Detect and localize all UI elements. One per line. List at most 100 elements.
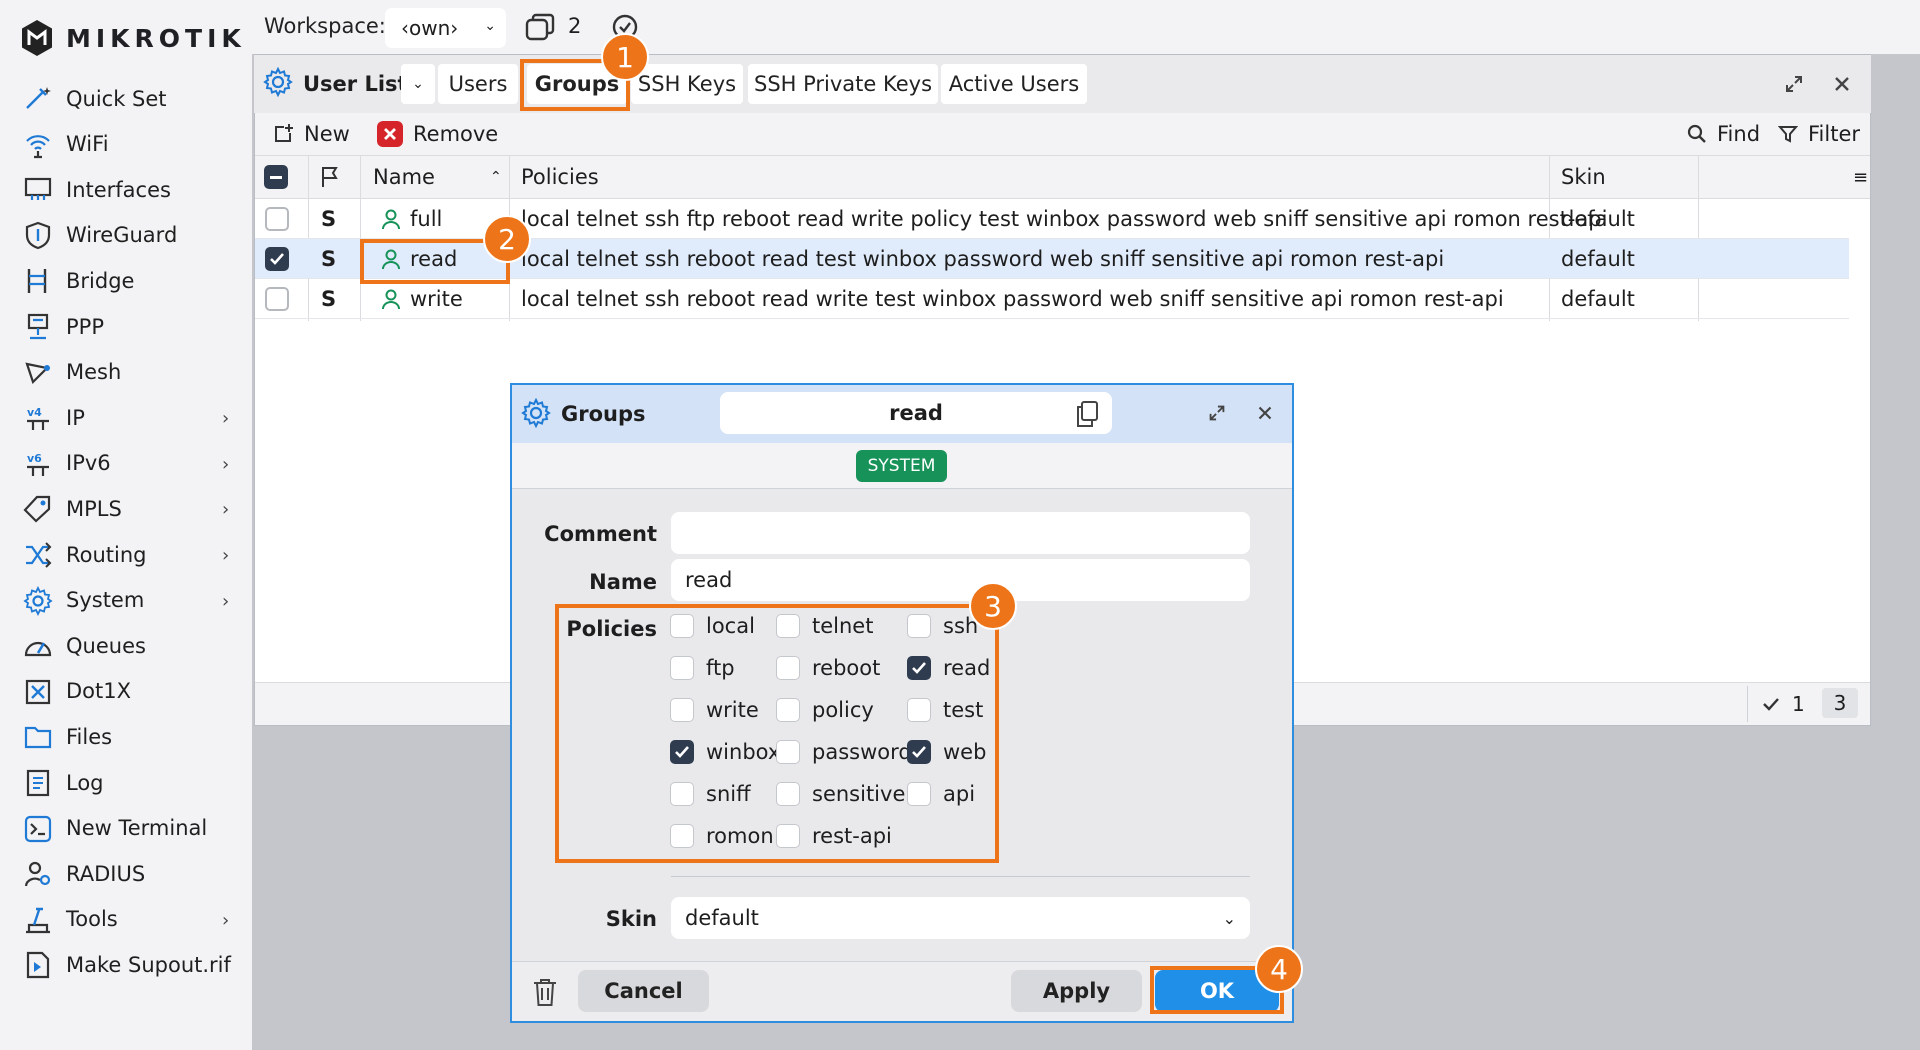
sidebar-item-quick-set[interactable]: Quick Set (0, 76, 252, 121)
checkbox-checked[interactable] (265, 247, 289, 271)
sidebar-item-routing[interactable]: Routing › (0, 532, 252, 577)
chevron-right-icon: › (222, 453, 230, 475)
trash-icon[interactable] (531, 977, 559, 1007)
sidebar-item-label: Interfaces (66, 177, 171, 202)
sidebar-item-radius[interactable]: RADIUS (0, 851, 252, 896)
column-header-name-label: Name (373, 165, 435, 189)
sidebar-item-mpls[interactable]: MPLS › (0, 486, 252, 531)
maximize-icon[interactable] (1782, 72, 1806, 96)
apply-button[interactable]: Apply (1011, 970, 1142, 1012)
sidebar-item-label: System (66, 588, 145, 613)
sidebar-item-label: WiFi (66, 132, 109, 157)
sidebar-item-ip[interactable]: v4 IP › (0, 395, 252, 440)
flag-column-header[interactable] (320, 155, 340, 199)
policies-cell: local telnet ssh ftp reboot read write p… (521, 207, 1608, 231)
gear-icon (521, 397, 551, 429)
sidebar-item-tools[interactable]: Tools › (0, 897, 252, 942)
sidebar-item-ipv6[interactable]: v6 IPv6 › (0, 441, 252, 486)
sidebar-item-mesh[interactable]: Mesh (0, 350, 252, 395)
maximize-icon[interactable] (1206, 402, 1228, 424)
select-all-checkbox[interactable] (264, 155, 288, 199)
log-icon (22, 769, 54, 797)
sidebar-item-new-terminal[interactable]: New Terminal (0, 806, 252, 851)
tab-ssh-private-keys[interactable]: SSH Private Keys (748, 64, 938, 104)
row-checkbox[interactable] (265, 279, 289, 319)
skin-select[interactable]: default ⌄ (671, 897, 1250, 939)
cancel-button[interactable]: Cancel (578, 970, 709, 1012)
name-input[interactable]: read (671, 559, 1250, 601)
mesh-icon (22, 359, 54, 387)
row-flag: S (321, 247, 337, 271)
sidebar-item-label: MPLS (66, 496, 122, 521)
indeterminate-checkbox[interactable] (264, 165, 288, 189)
checkbox[interactable] (265, 287, 289, 311)
row-flag: S (321, 207, 337, 231)
column-header-policies[interactable]: Policies (521, 155, 599, 199)
gear-icon (263, 66, 293, 98)
sidebar-item-label: IPv6 (66, 451, 111, 476)
new-button[interactable]: New (272, 116, 350, 152)
sidebar-item-ppp[interactable]: PPP (0, 304, 252, 349)
sidebar-item-bridge[interactable]: Bridge (0, 258, 252, 303)
filter-funnel-icon (1778, 126, 1798, 143)
skin-cell: default (1561, 207, 1635, 231)
group-name-cell[interactable]: full (380, 199, 442, 239)
sidebar-item-queues[interactable]: Queues (0, 623, 252, 668)
copy-icon[interactable] (1074, 400, 1100, 428)
find-button[interactable]: Find (1687, 116, 1760, 152)
user-icon (382, 209, 400, 230)
sidebar-item-label: PPP (66, 314, 104, 339)
column-header-skin[interactable]: Skin (1561, 155, 1606, 199)
sidebar-item-log[interactable]: Log (0, 760, 252, 805)
comment-input[interactable] (671, 512, 1250, 554)
checkbox[interactable] (265, 207, 289, 231)
remove-button-label: Remove (413, 122, 499, 146)
tab-users[interactable]: Users (438, 64, 518, 104)
folder-icon (22, 723, 54, 751)
chevron-right-icon: › (222, 590, 230, 612)
sidebar-item-label: Tools (66, 907, 118, 932)
radius-icon (22, 860, 54, 888)
filter-button[interactable]: Filter (1778, 116, 1860, 152)
sort-asc-icon: ⌃ (490, 169, 502, 185)
skin-label: Skin (605, 907, 657, 931)
tab-active-users[interactable]: Active Users (941, 64, 1087, 104)
selected-count-value: 1 (1792, 692, 1805, 716)
chevron-down-icon: ⌄ (1222, 909, 1236, 928)
annotation-step-4: 4 (1255, 945, 1303, 993)
column-menu-icon[interactable]: ≡ (1853, 155, 1868, 199)
sidebar-item-system[interactable]: System › (0, 578, 252, 623)
window-menu-dropdown[interactable]: ⌄ (401, 64, 435, 104)
column-header-skin-label: Skin (1561, 165, 1606, 189)
policies-cell: local telnet ssh reboot read write test … (521, 287, 1504, 311)
ppp-icon (22, 313, 54, 341)
table-row[interactable]: S write local telnet ssh reboot read wri… (255, 279, 1849, 319)
sidebar-item-make-supout-rif[interactable]: Make Supout.rif (0, 942, 252, 987)
sidebar-item-label: Make Supout.rif (66, 952, 231, 977)
close-icon[interactable] (1254, 402, 1276, 424)
sidebar-item-wifi[interactable]: WiFi (0, 122, 252, 167)
row-checkbox[interactable] (265, 239, 289, 279)
interfaces-icon (22, 176, 54, 204)
sidebar-item-label: New Terminal (66, 816, 208, 841)
sidebar-item-files[interactable]: Files (0, 714, 252, 759)
workspace-select[interactable]: ‹own› ⌄ (385, 8, 506, 48)
sidebar-item-interfaces[interactable]: Interfaces (0, 167, 252, 212)
ip-icon: v4 (22, 404, 54, 432)
windows-icon[interactable] (524, 12, 556, 42)
row-checkbox[interactable] (265, 199, 289, 239)
comment-label: Comment (544, 522, 657, 546)
skin-cell: default (1561, 287, 1635, 311)
sidebar-item-dot1x[interactable]: Dot1X (0, 669, 252, 714)
remove-x-icon (377, 121, 403, 147)
tab-ssh-keys[interactable]: SSH Keys (631, 64, 743, 104)
sidebar-item-label: Log (66, 770, 104, 795)
close-icon[interactable] (1830, 72, 1854, 96)
remove-button[interactable]: Remove (377, 116, 498, 152)
sidebar-item-wireguard[interactable]: WireGuard (0, 213, 252, 258)
window-title: User List (303, 72, 408, 96)
column-header-name[interactable]: Name (373, 155, 435, 199)
window-count: 2 (568, 14, 582, 38)
group-name-cell[interactable]: write (380, 279, 463, 319)
chevron-right-icon: › (222, 545, 230, 566)
